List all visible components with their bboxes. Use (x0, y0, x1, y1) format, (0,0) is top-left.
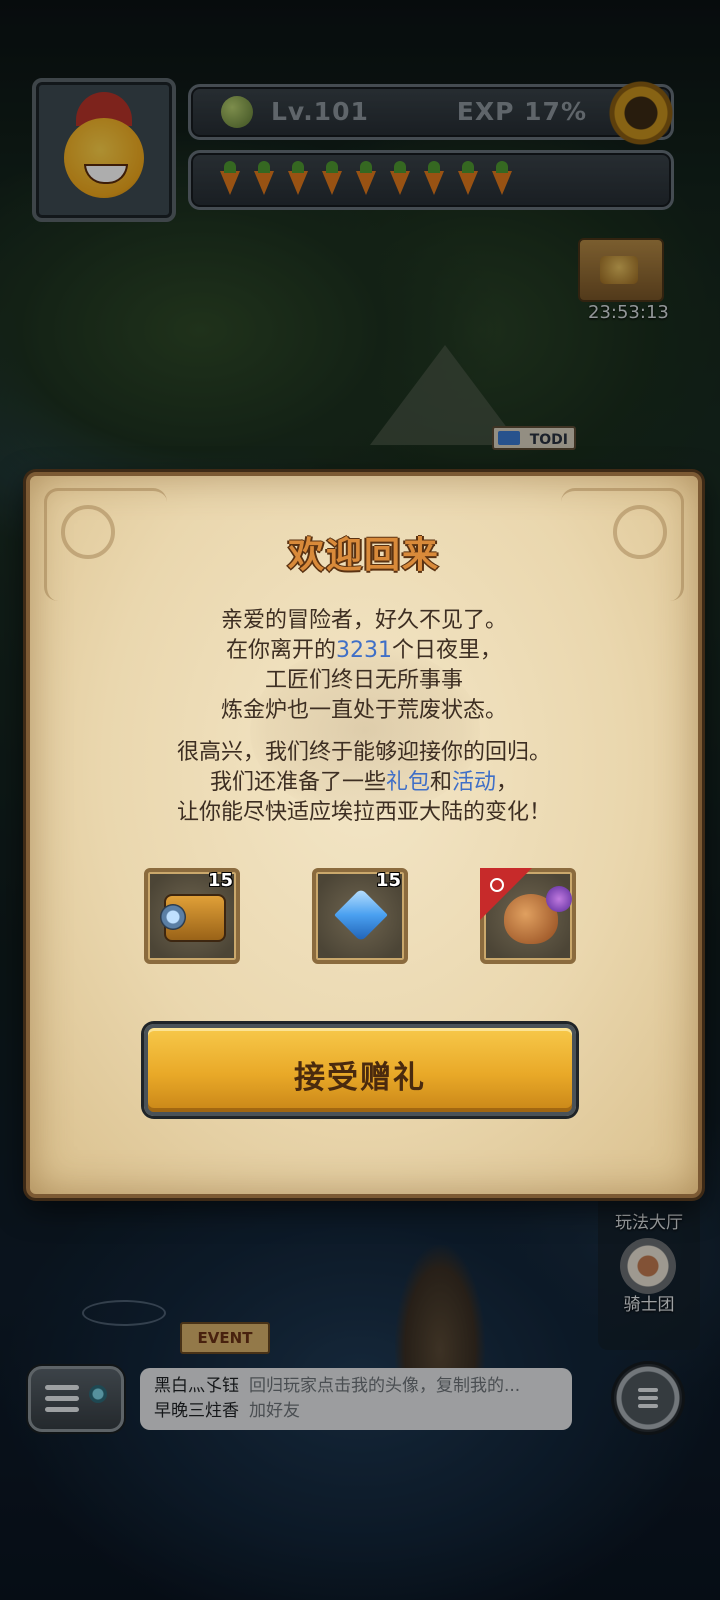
gift-message: 很高兴，我们终于能够迎接你的回归。 我们还准备了一些礼包和活动， 让你能尽快适应… (30, 738, 698, 828)
events-link[interactable]: 活动 (452, 770, 496, 795)
gift-slot-dragon[interactable] (480, 868, 576, 964)
message-text: 和 (429, 770, 452, 795)
camera-icon (160, 894, 226, 942)
gift-count: 15 (375, 870, 401, 891)
dialog-title: 欢迎回来 (287, 535, 440, 576)
message-text: ， (496, 770, 519, 795)
message-line: 很高兴，我们终于能够迎接你的回归。 (176, 740, 551, 765)
message-line: 我们还准备了一些礼包和活动， (30, 768, 698, 798)
gift-count: 15 (207, 870, 233, 891)
gift-pack-link[interactable]: 礼包 (386, 770, 430, 795)
message-line: 在你离开的3231个日夜里， (30, 636, 698, 666)
limited-time-ribbon (480, 868, 532, 920)
crystal-icon (334, 888, 388, 942)
gift-slot-camera[interactable]: 15 (144, 868, 240, 964)
message-line: 让你能尽快适应埃拉西亚大陆的变化！ (176, 800, 551, 825)
message-line: 炼金炉也一直处于荒废状态。 (220, 698, 507, 723)
accept-gift-button[interactable]: 接受赠礼 (144, 1024, 576, 1116)
accept-gift-label: 接受赠礼 (294, 1060, 426, 1096)
gift-slot-crystal[interactable]: 15 (312, 868, 408, 964)
welcome-message: 亲爱的冒险者，好久不见了。 在你离开的3231个日夜里， 工匠们终日无所事事 炼… (30, 606, 698, 726)
message-text: 我们还准备了一些 (209, 770, 386, 795)
message-line: 工匠们终日无所事事 (264, 668, 463, 693)
days-away-count: 3231 (336, 638, 392, 663)
alarm-clock-icon (490, 878, 504, 892)
message-text: 在你离开的 (225, 638, 336, 663)
message-line: 亲爱的冒险者，好久不见了。 (220, 608, 507, 633)
message-text: 个日夜里， (392, 638, 503, 663)
welcome-back-dialog: 欢迎回来 亲爱的冒险者，好久不见了。 在你离开的3231个日夜里， 工匠们终日无… (26, 472, 702, 1198)
